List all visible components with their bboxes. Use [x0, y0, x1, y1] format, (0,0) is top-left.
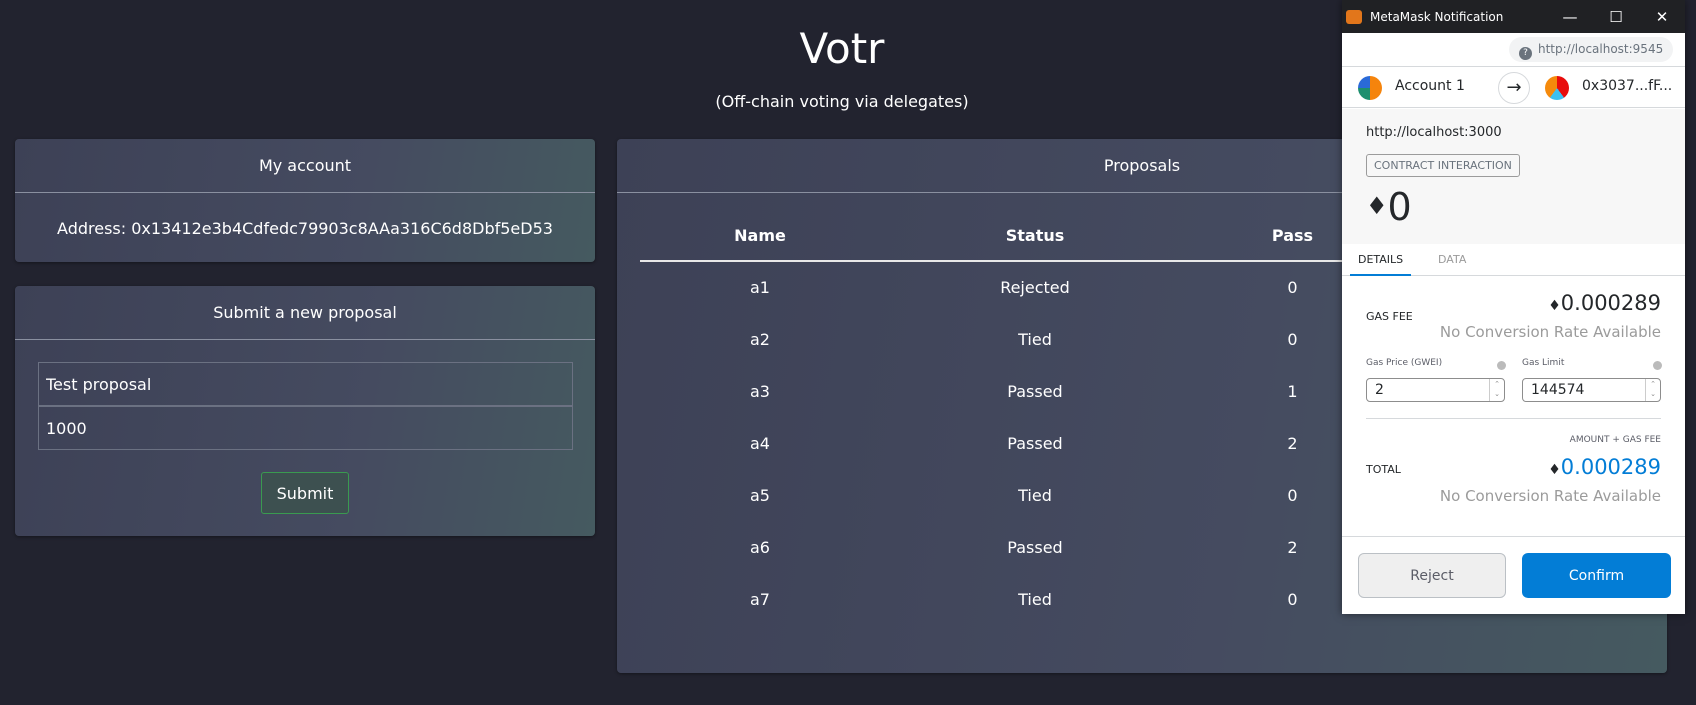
tab-details[interactable]: DETAILS — [1350, 253, 1412, 276]
info-icon[interactable] — [1653, 361, 1662, 370]
total-conversion: No Conversion Rate Available — [1439, 487, 1661, 505]
contract-interaction-badge: CONTRACT INTERACTION — [1366, 154, 1520, 177]
card-heading: My account — [15, 139, 595, 193]
card-heading: Submit a new proposal — [15, 286, 595, 340]
my-account-card: My account Address: 0x13412e3b4Cdfedc799… — [15, 139, 595, 262]
sender-name: Account 1 — [1395, 78, 1465, 94]
info-icon[interactable] — [1497, 361, 1506, 370]
gas-limit-label: Gas Limit — [1522, 358, 1565, 368]
divider — [1366, 418, 1661, 419]
cell-status: Tied — [1018, 485, 1052, 505]
amount-gas-label: AMOUNT + GAS FEE — [1569, 435, 1661, 445]
origin-url: http://localhost:3000 — [1366, 125, 1502, 140]
column-header-status: Status — [880, 211, 1190, 262]
sender-recipient: Account 1 → 0x3037...fF... — [1342, 66, 1685, 108]
gas-limit-input[interactable]: 144574 ⌃ ⌄ — [1522, 378, 1661, 402]
metamask-notification-window: MetaMask Notification — ☐ ✕ ? http://loca… — [1342, 0, 1685, 614]
network-url: http://localhost:9545 — [1538, 42, 1664, 56]
minimize-icon[interactable]: — — [1547, 8, 1593, 26]
gas-price-input[interactable]: 2 ⌃ ⌄ — [1366, 378, 1505, 402]
submit-button[interactable]: Submit — [261, 472, 349, 514]
gas-fee-value: 0.000289 — [1560, 291, 1661, 315]
cell-status: Tied — [1018, 329, 1052, 349]
cell-status: Passed — [1007, 433, 1063, 453]
window-titlebar: MetaMask Notification — ☐ ✕ — [1342, 0, 1685, 33]
cell-status: Rejected — [1000, 278, 1070, 297]
proposal-name-input[interactable] — [38, 362, 573, 406]
eth-icon: ♦ — [1548, 462, 1561, 478]
cell-name: a1 — [750, 278, 770, 297]
column-header-name: Name — [640, 211, 880, 262]
cell-name: a5 — [750, 485, 770, 505]
cell-name: a6 — [750, 537, 770, 557]
eth-icon: ♦ — [1366, 192, 1388, 220]
stepper-icon: ⌃ ⌄ — [1645, 379, 1660, 401]
submit-proposal-card: Submit a new proposal Submit — [15, 286, 595, 536]
gas-fee-conversion: No Conversion Rate Available — [1439, 323, 1661, 341]
close-icon[interactable]: ✕ — [1639, 8, 1685, 26]
stepper-icon: ⌃ ⌄ — [1489, 379, 1504, 401]
cell-name: a3 — [750, 381, 770, 401]
total-value: 0.000289 — [1560, 455, 1661, 479]
eth-icon: ♦ — [1548, 298, 1561, 314]
account-avatar — [1358, 76, 1382, 100]
cell-name: a4 — [750, 433, 770, 453]
arrow-right-icon: → — [1498, 72, 1530, 104]
recipient-address: 0x3037...fF... — [1582, 78, 1673, 94]
proposal-amount-input[interactable] — [38, 406, 573, 450]
amount: 0 — [1387, 185, 1412, 229]
gas-fee-label: GAS FEE — [1366, 310, 1413, 323]
confirm-button[interactable]: Confirm — [1522, 553, 1671, 598]
network-indicator[interactable]: ? http://localhost:9545 — [1509, 37, 1673, 62]
tabs: DETAILS DATA — [1342, 244, 1685, 276]
cell-status: Passed — [1007, 381, 1063, 401]
transaction-summary: http://localhost:3000 CONTRACT INTERACTI… — [1342, 109, 1685, 244]
window-title: MetaMask Notification — [1370, 9, 1504, 24]
metamask-fox-icon — [1346, 9, 1362, 24]
cell-status: Passed — [1007, 537, 1063, 557]
cell-status: Tied — [1018, 589, 1052, 609]
account-address: Address: 0x13412e3b4Cdfedc79903c8AAa316C… — [57, 219, 553, 238]
divider — [1342, 536, 1685, 537]
recipient-avatar — [1545, 76, 1569, 100]
maximize-icon[interactable]: ☐ — [1593, 8, 1639, 26]
total-label: TOTAL — [1366, 463, 1401, 476]
cell-name: a7 — [750, 589, 770, 609]
reject-button[interactable]: Reject — [1358, 553, 1506, 598]
gas-price-label: Gas Price (GWEI) — [1366, 358, 1443, 368]
cell-name: a2 — [750, 329, 770, 349]
help-icon: ? — [1519, 47, 1532, 60]
tab-data[interactable]: DATA — [1438, 253, 1466, 266]
